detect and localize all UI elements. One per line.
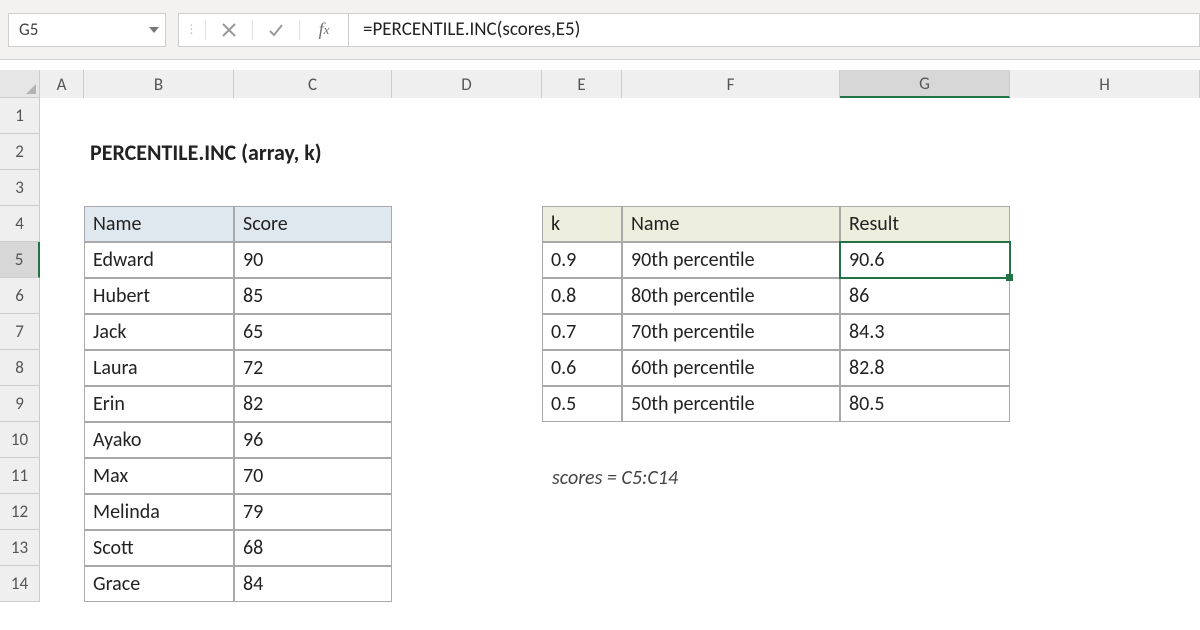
- table1-name-cell[interactable]: Hubert: [84, 278, 234, 314]
- table1-name-cell[interactable]: Edward: [84, 242, 234, 278]
- row-header[interactable]: 13: [0, 530, 39, 566]
- table2-header-result: Result: [840, 206, 1010, 242]
- table1-score-cell[interactable]: 68: [234, 530, 392, 566]
- table1-score-cell[interactable]: 65: [234, 314, 392, 350]
- table2-name-cell[interactable]: 90th percentile: [622, 242, 840, 278]
- table2-result-cell[interactable]: 80.5: [840, 386, 1010, 422]
- row-header[interactable]: 14: [0, 566, 39, 602]
- table1-name-cell[interactable]: Erin: [84, 386, 234, 422]
- table2-name-cell[interactable]: 70th percentile: [622, 314, 840, 350]
- table1-name-cell[interactable]: Laura: [84, 350, 234, 386]
- column-header[interactable]: D: [392, 70, 542, 98]
- table2-name-cell[interactable]: 50th percentile: [622, 386, 840, 422]
- table2-name-cell[interactable]: 60th percentile: [622, 350, 840, 386]
- row-header[interactable]: 2: [0, 134, 39, 170]
- row-header[interactable]: 7: [0, 314, 39, 350]
- row-header[interactable]: 4: [0, 206, 39, 242]
- column-header[interactable]: C: [234, 70, 392, 98]
- column-header[interactable]: F: [622, 70, 840, 98]
- table2-header-name: Name: [622, 206, 840, 242]
- row-header[interactable]: 9: [0, 386, 39, 422]
- table2-k-cell[interactable]: 0.5: [542, 386, 622, 422]
- row-headers: 1234567891011121314: [0, 98, 40, 602]
- table2-result-cell[interactable]: 82.8: [840, 350, 1010, 386]
- table1-score-cell[interactable]: 82: [234, 386, 392, 422]
- select-all-button[interactable]: [0, 70, 40, 98]
- table2-k-cell[interactable]: 0.8: [542, 278, 622, 314]
- table1-score-cell[interactable]: 70: [234, 458, 392, 494]
- table2-k-cell[interactable]: 0.9: [542, 242, 622, 278]
- table1-score-cell[interactable]: 84: [234, 566, 392, 602]
- formula-bar-buttons: ⋮ fx: [178, 13, 348, 47]
- fx-icon[interactable]: fx: [300, 14, 348, 46]
- table1-score-cell[interactable]: 85: [234, 278, 392, 314]
- row-header[interactable]: 5: [0, 242, 40, 278]
- formula-text: =PERCENTILE.INC(scores,E5): [363, 18, 580, 41]
- name-box-value: G5: [9, 19, 143, 40]
- name-box[interactable]: G5: [8, 13, 166, 47]
- table1-name-cell[interactable]: Melinda: [84, 494, 234, 530]
- table1-name-cell[interactable]: Scott: [84, 530, 234, 566]
- table1-name-cell[interactable]: Jack: [84, 314, 234, 350]
- table2-header-k: k: [542, 206, 622, 242]
- table1-score-cell[interactable]: 79: [234, 494, 392, 530]
- row-header[interactable]: 8: [0, 350, 39, 386]
- table2-result-cell[interactable]: 90.6: [840, 242, 1010, 278]
- row-header[interactable]: 6: [0, 278, 39, 314]
- grip-icon: ⋮: [179, 22, 205, 37]
- table1-header-name: Name: [84, 206, 234, 242]
- table1-score-cell[interactable]: 90: [234, 242, 392, 278]
- row-header[interactable]: 12: [0, 494, 39, 530]
- row-header[interactable]: 3: [0, 170, 39, 206]
- column-headers: ABCDEFGH: [40, 70, 1200, 98]
- enter-icon[interactable]: [253, 14, 299, 46]
- formula-input[interactable]: =PERCENTILE.INC(scores,E5): [348, 13, 1200, 47]
- spreadsheet-grid[interactable]: ABCDEFGH 1234567891011121314 PERCENTILE.…: [0, 70, 1200, 630]
- column-header[interactable]: E: [542, 70, 622, 98]
- table2-result-cell[interactable]: 86: [840, 278, 1010, 314]
- column-header[interactable]: B: [84, 70, 234, 98]
- page-title: PERCENTILE.INC (array, k): [84, 134, 322, 170]
- formula-bar: G5 ⋮ fx =PERCENTILE.INC(scores,E5): [0, 0, 1200, 60]
- table1-header-score: Score: [234, 206, 392, 242]
- cell-area[interactable]: PERCENTILE.INC (array, k) Name Score k N…: [40, 98, 1200, 630]
- table1-score-cell[interactable]: 72: [234, 350, 392, 386]
- name-box-dropdown-icon[interactable]: [143, 14, 165, 46]
- named-range-note: scores = C5:C14: [552, 460, 678, 496]
- row-header[interactable]: 11: [0, 458, 39, 494]
- table1-name-cell[interactable]: Grace: [84, 566, 234, 602]
- row-header[interactable]: 10: [0, 422, 39, 458]
- cancel-icon[interactable]: [206, 14, 252, 46]
- column-header[interactable]: G: [840, 70, 1010, 98]
- row-header[interactable]: 1: [0, 98, 39, 134]
- table2-k-cell[interactable]: 0.6: [542, 350, 622, 386]
- column-header[interactable]: A: [40, 70, 84, 98]
- table2-result-cell[interactable]: 84.3: [840, 314, 1010, 350]
- table1-name-cell[interactable]: Ayako: [84, 422, 234, 458]
- column-header[interactable]: H: [1010, 70, 1200, 98]
- table1-name-cell[interactable]: Max: [84, 458, 234, 494]
- table2-k-cell[interactable]: 0.7: [542, 314, 622, 350]
- table2-name-cell[interactable]: 80th percentile: [622, 278, 840, 314]
- table1-score-cell[interactable]: 96: [234, 422, 392, 458]
